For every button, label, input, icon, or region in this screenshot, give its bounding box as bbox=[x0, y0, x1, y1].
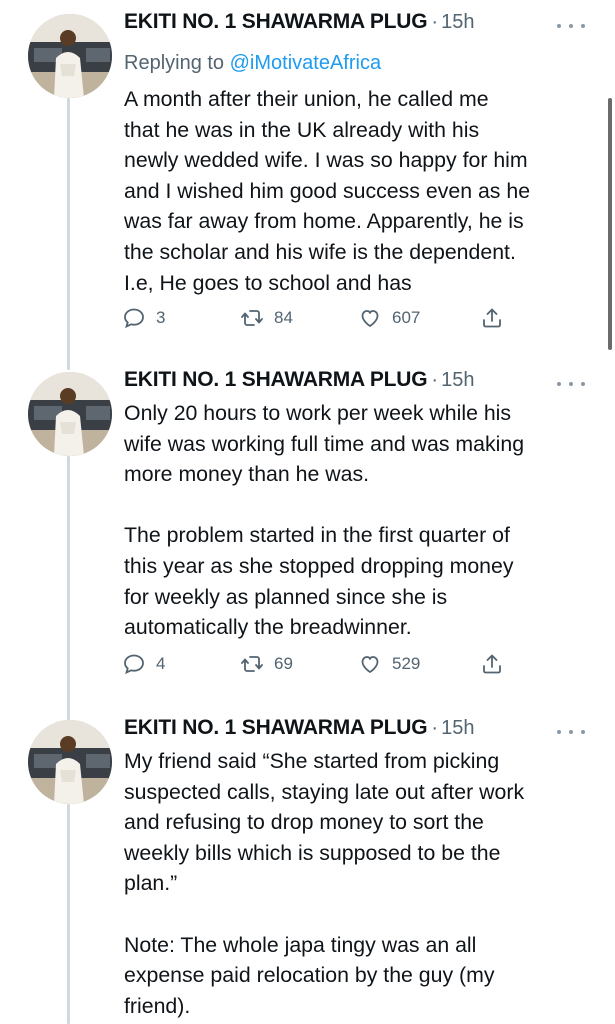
avatar-photo bbox=[28, 14, 112, 98]
speech-bubble-icon bbox=[124, 308, 144, 329]
thread-connector-line bbox=[67, 456, 70, 724]
author-name[interactable]: EKITI NO. 1 SHAWARMA PLUG bbox=[124, 716, 428, 740]
like-count: 607 bbox=[392, 308, 421, 327]
reply-count: 4 bbox=[156, 654, 166, 673]
timestamp[interactable]: 15h bbox=[441, 717, 474, 740]
tweet-1[interactable]: EKITI NO. 1 SHAWARMA PLUG · 15h Replying… bbox=[0, 10, 615, 370]
more-options-icon[interactable] bbox=[557, 722, 585, 742]
share-button[interactable] bbox=[480, 652, 504, 676]
reply-button[interactable]: 3 bbox=[122, 306, 165, 330]
author-name[interactable]: EKITI NO. 1 SHAWARMA PLUG bbox=[124, 368, 428, 392]
retweet-button[interactable]: 69 bbox=[240, 652, 293, 676]
retweet-arrows-icon bbox=[241, 310, 263, 326]
like-button[interactable]: 607 bbox=[358, 306, 420, 330]
tweet-text: My friend said “She started from picking… bbox=[124, 749, 525, 1018]
replying-to-label: Replying to bbox=[124, 52, 230, 74]
tweet-header: EKITI NO. 1 SHAWARMA PLUG · 15h bbox=[124, 368, 575, 402]
scrollbar[interactable] bbox=[608, 98, 612, 350]
tweet-actions: 3 84 607 bbox=[122, 306, 512, 336]
share-upload-icon bbox=[483, 654, 501, 674]
avatar[interactable] bbox=[28, 372, 112, 456]
speech-bubble-icon bbox=[124, 654, 144, 675]
timestamp[interactable]: 15h bbox=[441, 369, 474, 392]
more-options-icon[interactable] bbox=[557, 374, 585, 394]
tweet-header: EKITI NO. 1 SHAWARMA PLUG · 15h bbox=[124, 10, 575, 44]
tweet-header: EKITI NO. 1 SHAWARMA PLUG · 15h bbox=[124, 716, 575, 750]
avatar-photo bbox=[28, 372, 112, 456]
like-count: 529 bbox=[392, 654, 421, 673]
heart-outline-icon bbox=[361, 656, 379, 673]
tweet-actions: 4 69 529 bbox=[122, 652, 512, 682]
separator-dot: · bbox=[431, 369, 439, 391]
share-upload-icon bbox=[483, 308, 501, 328]
retweet-count: 69 bbox=[274, 654, 293, 673]
thread-connector-line bbox=[67, 804, 70, 1024]
separator-dot: · bbox=[431, 11, 439, 33]
thread-connector-line-top bbox=[67, 696, 70, 712]
reply-button[interactable]: 4 bbox=[122, 652, 165, 676]
tweet-text: A month after their union, he called me … bbox=[124, 87, 531, 295]
timestamp[interactable]: 15h bbox=[441, 11, 474, 34]
avatar[interactable] bbox=[28, 14, 112, 98]
retweet-count: 84 bbox=[274, 308, 293, 327]
thread-connector-line-top bbox=[67, 348, 70, 364]
retweet-arrows-icon bbox=[241, 656, 263, 672]
avatar-photo bbox=[28, 720, 112, 804]
thread-connector-line bbox=[67, 98, 70, 370]
like-button[interactable]: 529 bbox=[358, 652, 420, 676]
more-options-icon[interactable] bbox=[557, 16, 585, 36]
avatar[interactable] bbox=[28, 720, 112, 804]
replying-to: Replying to @iMotivateAfrica bbox=[124, 52, 381, 75]
retweet-button[interactable]: 84 bbox=[240, 306, 293, 330]
tweet-text: Only 20 hours to work per week while his… bbox=[124, 401, 525, 640]
reply-count: 3 bbox=[156, 308, 166, 327]
heart-outline-icon bbox=[361, 310, 379, 327]
reply-handle-link[interactable]: @iMotivateAfrica bbox=[230, 52, 381, 74]
author-name[interactable]: EKITI NO. 1 SHAWARMA PLUG bbox=[124, 10, 428, 34]
share-button[interactable] bbox=[480, 306, 504, 330]
separator-dot: · bbox=[431, 717, 439, 739]
tweet-3[interactable]: EKITI NO. 1 SHAWARMA PLUG · 15h My frien… bbox=[0, 696, 615, 1024]
tweet-2[interactable]: EKITI NO. 1 SHAWARMA PLUG · 15h Only 20 … bbox=[0, 348, 615, 724]
